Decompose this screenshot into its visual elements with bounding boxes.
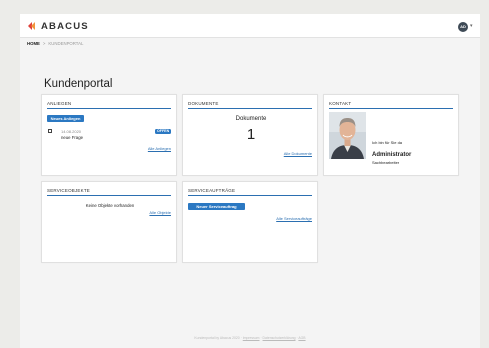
card-title: DOKUMENTE	[188, 101, 219, 106]
card-divider	[188, 195, 312, 196]
card-title: SERVICEOBJEKTE	[47, 188, 90, 193]
card-title: KONTAKT	[329, 101, 352, 106]
contact-intro: Ich bin für Sie da	[372, 140, 403, 145]
footer-agb-link[interactable]: AGB	[298, 336, 305, 340]
page-title: Kundenportal	[44, 78, 113, 90]
documents-label: Dokumente	[235, 116, 267, 122]
request-item-checkbox[interactable]	[48, 129, 52, 133]
breadcrumb-home[interactable]: HOME	[27, 40, 40, 48]
card-divider	[188, 108, 312, 109]
empty-objects-text: Keine Objekte vorhanden	[85, 203, 135, 208]
card-kontakt: KONTAKT Ich bin für Sie da Administrator…	[323, 94, 459, 176]
card-title: SERVICEAUFTRÄGE	[188, 188, 236, 193]
card-divider	[47, 108, 171, 109]
card-dokumente: DOKUMENTE Dokumente 1 Alle Dokumente	[182, 94, 318, 176]
all-objects-link[interactable]: Alle Objekte	[149, 210, 171, 215]
request-item-date: 14.08.2020	[61, 129, 82, 134]
contact-photo	[329, 112, 366, 159]
footer-separator: ·	[240, 336, 242, 340]
footer-impressum-link[interactable]: Impressum	[243, 336, 260, 340]
status-badge: OFFEN	[155, 129, 172, 134]
abacus-logo-icon	[27, 20, 39, 32]
documents-count: 1	[246, 126, 256, 143]
card-title: ANLIEGEN	[47, 101, 72, 106]
top-bar: ABACUS AD ▾	[20, 14, 480, 38]
breadcrumb-current: KUNDENPORTAL	[48, 41, 84, 46]
app-window: ABACUS AD ▾ HOME > KUNDENPORTAL Kundenpo…	[20, 14, 480, 348]
footer-separator: ·	[260, 336, 262, 340]
all-requests-link[interactable]: Alle Anliegen	[148, 146, 171, 151]
card-divider	[329, 108, 453, 109]
all-documents-link[interactable]: Alle Dokumente	[284, 151, 312, 156]
card-serviceauftraege: SERVICEAUFTRÄGE Neuer Serviceauftrag All…	[182, 181, 318, 263]
footer: Kundenportal by Abacus 2020 · Impressum …	[20, 336, 480, 340]
abacus-logo[interactable]: ABACUS	[27, 20, 89, 32]
card-anliegen: ANLIEGEN Neues Anliegen 14.08.2020 neue …	[41, 94, 177, 176]
all-service-orders-link[interactable]: Alle Serviceaufträge	[276, 216, 312, 221]
user-avatar[interactable]: AD	[458, 22, 468, 32]
footer-copyright: Kundenportal by Abacus 2020	[194, 336, 240, 340]
chevron-down-icon[interactable]: ▾	[470, 23, 473, 29]
logo-text: ABACUS	[41, 20, 89, 32]
new-request-button[interactable]: Neues Anliegen	[47, 115, 84, 122]
breadcrumb-separator: >	[42, 41, 46, 46]
request-item-subject[interactable]: neue Frage	[61, 135, 83, 140]
new-service-order-button[interactable]: Neuer Serviceauftrag	[188, 203, 245, 210]
card-divider	[47, 195, 171, 196]
breadcrumb: HOME > KUNDENPORTAL	[27, 40, 83, 48]
contact-name: Administrator	[372, 152, 412, 158]
card-serviceobjekte: SERVICEOBJEKTE Keine Objekte vorhanden A…	[41, 181, 177, 263]
contact-role: Sachbearbeiter	[372, 160, 400, 165]
footer-privacy-link[interactable]: Datenschutzerklärung	[263, 336, 296, 340]
